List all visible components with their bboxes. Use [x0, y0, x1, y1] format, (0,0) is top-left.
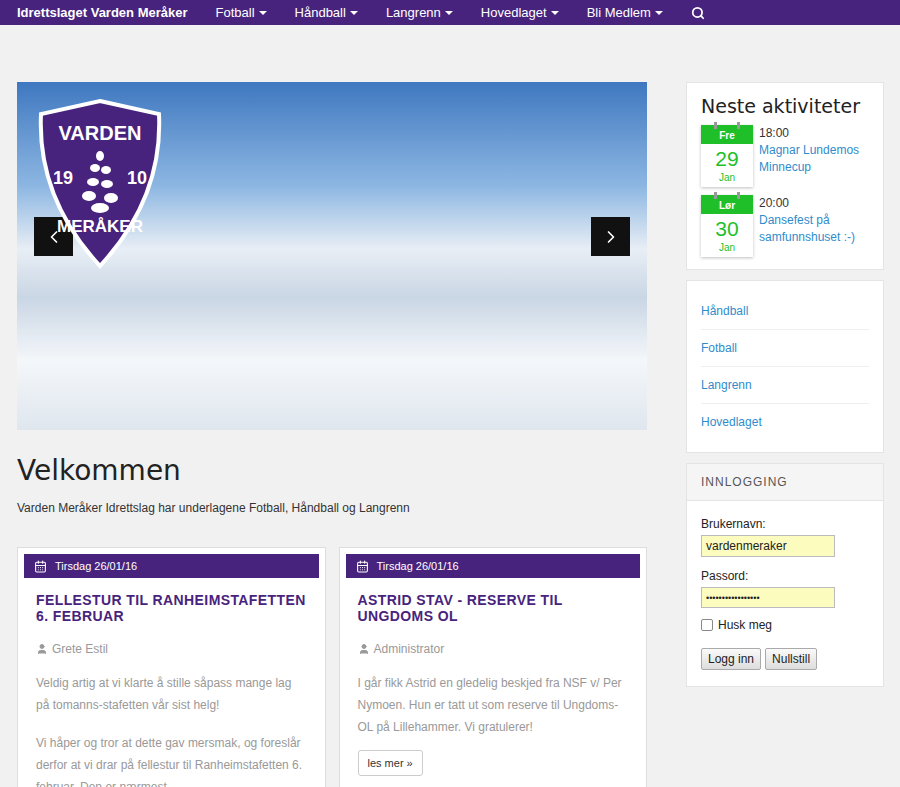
login-title: INNLOGGING [687, 464, 883, 501]
ring-icon [714, 192, 717, 199]
welcome-title: Velkommen [17, 454, 647, 487]
search-icon[interactable] [691, 6, 705, 20]
event-weekday: Lør [701, 195, 753, 214]
event-weekday: Fre [701, 125, 753, 144]
user-icon [36, 643, 48, 655]
events-title: Neste aktiviteter [701, 95, 869, 117]
post-title[interactable]: ASTRID STAV - RESERVE TIL UNGDOMS OL [358, 592, 629, 624]
page: Idrettslaget Varden MeråkerFotballHåndba… [0, 0, 900, 787]
nav-item[interactable]: Langrenn [386, 5, 453, 20]
post-author: Administrator [358, 642, 629, 656]
caret-icon [350, 11, 358, 15]
ring-icon [737, 192, 740, 199]
post-card: Tirsdag 26/01/16ASTRID STAV - RESERVE TI… [339, 547, 648, 787]
post-author: Grete Estil [36, 642, 307, 656]
content: VARDEN 19 10 MERÅKER Velkommen Varden Meråker… [0, 25, 900, 787]
chevron-right-icon [601, 227, 621, 247]
post-body: ASTRID STAV - RESERVE TIL UNGDOMS OL Admi… [346, 578, 641, 776]
login-button[interactable]: Logg inn [701, 648, 761, 670]
password-label: Passord: [701, 569, 869, 583]
password-field[interactable]: ••••••••••••••••• [701, 587, 835, 608]
post-paragraph: Veldig artig at vi klarte å stille såpas… [36, 672, 307, 716]
login-buttons: Logg innNullstill [701, 648, 869, 670]
caret-icon [551, 11, 559, 15]
logo-wrap: VARDEN 19 10 MERÅKER [35, 98, 165, 270]
nav-brand[interactable]: Idrettslaget Varden Meråker [17, 5, 188, 20]
event-time: 18:00 [759, 125, 869, 142]
post-paragraph: I går fikk Astrid en gledelig beskjed fr… [358, 672, 629, 738]
nav-item[interactable]: Håndball [295, 5, 358, 20]
calendar-tile: Lør 30Jan [701, 195, 753, 257]
event-day: 30 [715, 216, 738, 242]
read-more-button[interactable]: les mer » [358, 750, 423, 776]
club-logo: VARDEN 19 10 MERÅKER [35, 98, 165, 270]
sidebar: Neste aktiviteterFre29Jan18:00Magnar Lun… [686, 82, 884, 787]
carousel-photo: VARDEN 19 10 MERÅKER [17, 82, 647, 430]
svg-text:10: 10 [127, 168, 147, 188]
event-title[interactable]: Magnar Lundemos Minnecup [759, 142, 869, 176]
caret-icon [259, 11, 267, 15]
post-title[interactable]: FELLESTUR TIL RANHEIMSTAFETTEN 6. FEBRUA… [36, 592, 307, 624]
ring-icon [737, 122, 740, 129]
svg-text:19: 19 [53, 168, 73, 188]
post-date: Tirsdag 26/01/16 [24, 554, 319, 578]
login-form: Brukernavn: vardenmeraker Passord: ••••••••… [687, 501, 883, 686]
carousel-next-button[interactable] [591, 217, 630, 256]
post-paragraph: Vi håper og tror at dette gav mersmak, o… [36, 732, 307, 787]
welcome-text: Varden Meråker Idrettslag har underlagen… [17, 501, 647, 515]
top-nav: Idrettslaget Varden Meråker Fotball Håndba… [0, 0, 900, 25]
links-box: HåndballFotballLangrennHovedlaget [686, 280, 884, 453]
login-button[interactable]: Nullstill [765, 648, 817, 670]
calendar-tile: Fre 29Jan [701, 125, 753, 187]
side-link[interactable]: Håndball [701, 293, 869, 330]
event-info: 18:00Magnar Lundemos Minnecup [759, 125, 869, 187]
event-month: Jan [719, 242, 735, 253]
calendar-icon [34, 560, 47, 573]
svg-text:VARDEN: VARDEN [59, 122, 142, 144]
side-link[interactable]: Langrenn [701, 367, 869, 404]
nav-item[interactable]: Bli Medlem [587, 5, 663, 20]
user-icon [358, 643, 370, 655]
event-item: Fre 29Jan 18:00Magnar Lundemos Minnecup [701, 125, 869, 187]
post-date: Tirsdag 26/01/16 [346, 554, 641, 578]
events-box: Neste aktiviteterFre29Jan18:00Magnar Lun… [686, 82, 884, 270]
event-month: Jan [719, 172, 735, 183]
svg-text:MERÅKER: MERÅKER [57, 217, 143, 236]
remember-checkbox[interactable] [701, 619, 713, 631]
nav-item[interactable]: Fotball [216, 5, 267, 20]
event-title[interactable]: Dansefest på samfunnshuset :-) [759, 212, 869, 246]
calendar-icon [356, 560, 369, 573]
side-link[interactable]: Hovedlaget [701, 404, 869, 440]
username-label: Brukernavn: [701, 517, 869, 531]
main-column: VARDEN 19 10 MERÅKER Velkommen Varden Meråker… [17, 82, 647, 787]
nav-item[interactable]: Hovedlaget [481, 5, 559, 20]
caret-icon [655, 11, 663, 15]
post-list: Tirsdag 26/01/16 FELLESTUR TIL RANHEIMSTA… [17, 547, 647, 787]
remember-row[interactable]: Husk meg [701, 618, 869, 632]
post-card: Tirsdag 26/01/16 FELLESTUR TIL RANHEIMSTA… [17, 547, 326, 787]
ring-icon [714, 122, 717, 129]
event-day: 29 [715, 146, 738, 172]
username-field[interactable]: vardenmeraker [701, 535, 835, 557]
post-body: FELLESTUR TIL RANHEIMSTAFETTEN 6. FEBRUA… [24, 578, 319, 787]
side-link[interactable]: Fotball [701, 330, 869, 367]
caret-icon [445, 11, 453, 15]
event-item: Lør 30Jan 20:00Dansefest på samfunnshuset … [701, 195, 869, 257]
event-info: 20:00Dansefest på samfunnshuset :-) [759, 195, 869, 257]
login-box: INNLOGGING Brukernavn: vardenmeraker Passor… [686, 463, 884, 687]
event-time: 20:00 [759, 195, 869, 212]
